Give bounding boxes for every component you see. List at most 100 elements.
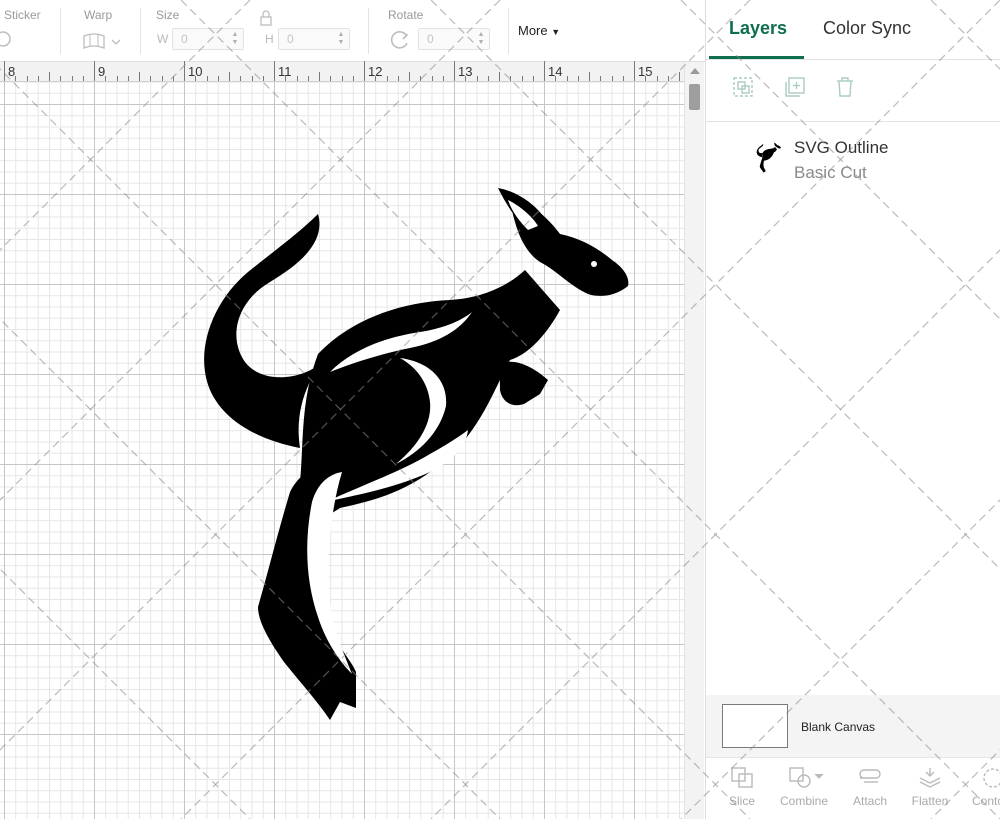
layer-operation: Basic Cut [794, 163, 867, 182]
blank-canvas-row[interactable]: Blank Canvas [706, 695, 1000, 757]
kangaroo-artwork[interactable] [200, 182, 640, 812]
slice-icon [731, 767, 753, 788]
ruler-minor-tick [150, 76, 152, 81]
duplicate-icon[interactable] [784, 76, 806, 98]
ruler-minor-tick [397, 76, 399, 81]
ruler-minor-tick [251, 76, 253, 81]
ruler-minor-tick [566, 76, 568, 81]
ruler-minor-tick [26, 76, 28, 81]
ruler-major-tick [4, 61, 5, 81]
ruler-minor-tick [386, 76, 388, 81]
ruler-minor-tick [667, 76, 669, 81]
warp-icon[interactable] [82, 32, 122, 50]
slice-button[interactable]: Slice [712, 766, 772, 808]
ruler-minor-tick [60, 76, 62, 81]
ruler-major-tick [634, 61, 635, 81]
rotate-value: 0 [427, 32, 434, 46]
panel-divider [706, 59, 1000, 60]
ruler-minor-tick [532, 76, 534, 81]
toolbar-divider [368, 8, 369, 54]
ruler-minor-tick [229, 72, 230, 81]
panel-divider [706, 121, 1000, 122]
delete-icon[interactable] [834, 76, 856, 98]
ruler-minor-tick [499, 72, 500, 81]
ruler-minor-tick [645, 76, 647, 81]
ruler-major-tick [454, 61, 455, 81]
layer-item[interactable]: SVG Outline Basic Cut [706, 128, 1000, 190]
ruler-minor-tick [105, 76, 107, 81]
ruler-minor-tick [217, 76, 219, 81]
tab-layers[interactable]: Layers [729, 18, 787, 39]
width-value: 0 [181, 32, 188, 46]
toolbar-divider [508, 8, 509, 54]
warp-label: Warp [84, 8, 113, 22]
blank-canvas-label: Blank Canvas [801, 720, 876, 734]
ruler-minor-tick [589, 72, 590, 81]
tab-color-sync[interactable]: Color Sync [823, 18, 911, 39]
combine-button[interactable]: Combine [774, 766, 834, 808]
ruler-minor-tick [262, 76, 264, 81]
rotate-input[interactable]: 0 ▲ ▼ [418, 28, 490, 50]
height-stepper[interactable]: ▲ ▼ [337, 31, 345, 47]
size-label: Size [156, 8, 180, 22]
ruler-minor-tick [240, 76, 242, 81]
more-button[interactable]: More ▼ [518, 23, 560, 38]
ruler-minor-tick [49, 72, 50, 81]
group-icon[interactable] [732, 76, 754, 98]
layers-panel: Layers Color Sync SVG Outline Basic Cut … [705, 0, 1000, 819]
ruler-minor-tick [116, 76, 118, 81]
scroll-up-arrow-icon[interactable] [690, 68, 700, 74]
ruler-minor-tick [352, 76, 354, 81]
ruler-minor-tick [555, 76, 557, 81]
height-value: 0 [287, 32, 294, 46]
ruler-major-tick [364, 61, 365, 81]
lock-icon[interactable] [259, 10, 273, 26]
ruler-major-tick [94, 61, 95, 81]
combine-label: Combine [779, 794, 829, 808]
contour-button[interactable]: Conto [958, 766, 1000, 808]
ruler-major-tick [544, 61, 545, 81]
scroll-thumb[interactable] [689, 84, 700, 110]
attach-icon [859, 769, 881, 783]
rotate-icon[interactable] [388, 29, 412, 51]
ruler-minor-tick [420, 76, 422, 81]
rotate-stepper[interactable]: ▲ ▼ [477, 31, 485, 47]
more-label: More [518, 23, 548, 38]
ruler-minor-tick [611, 76, 613, 81]
flatten-button[interactable]: Flatten [900, 766, 960, 808]
ruler-minor-tick [37, 76, 39, 81]
ruler-minor-tick [577, 76, 579, 81]
ruler-minor-tick [622, 76, 624, 81]
ruler-minor-tick [656, 76, 658, 81]
horizontal-ruler: 8 9 10 11 12 13 14 15 [0, 61, 714, 82]
sticker-icon[interactable] [0, 30, 12, 48]
height-input[interactable]: 0 ▲ ▼ [278, 28, 350, 50]
ruler-minor-tick [285, 76, 287, 81]
slice-label: Slice [728, 794, 755, 808]
attach-label: Attach [852, 794, 888, 808]
ruler-minor-tick [409, 72, 410, 81]
attach-button[interactable]: Attach [840, 766, 900, 808]
ruler-minor-tick [341, 76, 343, 81]
layer-name: SVG Outline [794, 138, 889, 157]
ruler-minor-tick [330, 76, 332, 81]
ruler-minor-tick [82, 76, 84, 81]
ruler-minor-tick [15, 76, 17, 81]
ruler-minor-tick [172, 76, 174, 81]
ruler-minor-tick [127, 76, 129, 81]
ruler-minor-tick [465, 76, 467, 81]
height-letter: H [265, 32, 274, 46]
canvas-swatch[interactable] [722, 704, 788, 748]
toolbar-divider [60, 8, 61, 54]
width-input[interactable]: 0 ▲ ▼ [172, 28, 244, 50]
contour-label: Conto [971, 794, 1000, 808]
design-canvas[interactable] [0, 82, 684, 819]
width-stepper[interactable]: ▲ ▼ [231, 31, 239, 47]
flatten-label: Flatten [911, 794, 949, 808]
ruler-minor-tick [71, 76, 73, 81]
layer-actions-bar: Slice Combine Attach Flatten Cont [706, 757, 1000, 819]
width-letter: W [157, 32, 169, 46]
ruler-minor-tick [442, 76, 444, 81]
ruler-number: 9 [98, 64, 106, 79]
vertical-scrollbar[interactable] [684, 62, 704, 819]
